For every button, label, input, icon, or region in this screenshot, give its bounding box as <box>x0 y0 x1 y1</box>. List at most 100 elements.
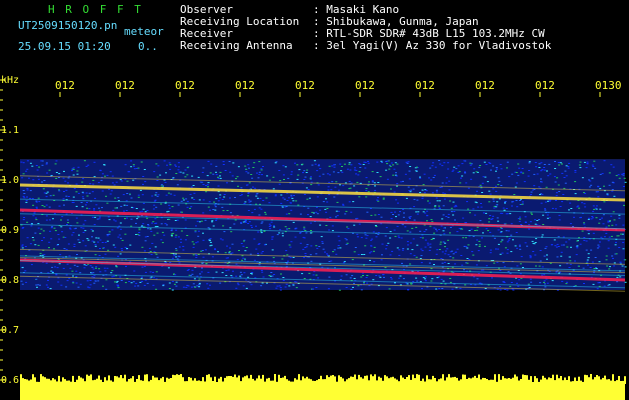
noise-speck <box>412 238 415 240</box>
noise-speck <box>557 246 560 247</box>
noise-speck <box>310 184 313 186</box>
noise-speck <box>363 161 366 163</box>
noise-speck <box>579 161 582 163</box>
noise-speck <box>339 184 341 186</box>
noise-speck <box>556 256 559 258</box>
noise-speck <box>171 206 174 208</box>
noise-speck <box>499 289 502 291</box>
noise-speck <box>197 176 200 178</box>
noise-speck <box>422 184 425 186</box>
noise-speck <box>21 247 24 249</box>
noise-speck <box>35 165 38 166</box>
amplitude-bar <box>468 377 470 384</box>
noise-speck <box>406 248 409 250</box>
noise-speck <box>529 255 532 257</box>
noise-speck <box>177 204 180 206</box>
noise-speck <box>176 219 179 221</box>
noise-speck <box>91 230 94 232</box>
amplitude-bar <box>120 375 122 384</box>
noise-speck <box>283 198 286 200</box>
noise-speck <box>209 241 212 243</box>
noise-speck <box>161 231 164 233</box>
noise-speck <box>396 225 399 227</box>
amplitude-bar <box>72 375 74 384</box>
noise-speck <box>247 172 250 174</box>
noise-speck <box>495 204 498 206</box>
noise-speck <box>434 205 437 207</box>
noise-speck <box>407 244 410 246</box>
noise-speck <box>435 288 438 290</box>
noise-speck <box>313 160 316 162</box>
noise-speck <box>119 237 122 239</box>
noise-speck <box>41 160 44 162</box>
noise-speck <box>459 182 462 184</box>
amplitude-bar <box>62 377 64 384</box>
amplitude-bar <box>302 376 304 384</box>
amplitude-bar <box>484 378 486 384</box>
noise-speck <box>209 172 212 174</box>
noise-speck <box>36 286 38 288</box>
amplitude-bar <box>88 375 90 384</box>
noise-speck <box>84 230 87 232</box>
noise-speck <box>488 218 491 220</box>
noise-speck <box>250 284 253 286</box>
noise-speck <box>563 187 566 189</box>
noise-speck <box>175 256 178 258</box>
noise-speck <box>622 186 625 187</box>
noise-speck <box>376 161 379 163</box>
amplitude-bar <box>452 377 454 384</box>
noise-speck <box>209 284 211 286</box>
noise-speck <box>592 210 595 212</box>
noise-speck <box>174 164 177 166</box>
noise-speck <box>558 219 561 221</box>
amplitude-bar <box>574 377 576 384</box>
noise-speck <box>447 162 450 164</box>
amplitude-bar <box>506 378 508 384</box>
noise-speck <box>299 232 302 234</box>
noise-speck <box>342 185 345 187</box>
noise-speck <box>226 245 228 247</box>
noise-speck <box>466 247 469 249</box>
noise-speck <box>35 278 38 280</box>
amplitude-bar <box>444 380 446 384</box>
noise-speck <box>606 265 609 267</box>
noise-speck <box>373 250 375 252</box>
noise-speck <box>387 242 390 244</box>
noise-speck <box>141 246 144 248</box>
noise-speck <box>233 223 236 225</box>
noise-speck <box>64 237 67 238</box>
noise-speck <box>91 216 94 218</box>
noise-speck <box>603 185 605 187</box>
noise-speck <box>34 244 37 246</box>
noise-speck <box>94 254 97 256</box>
noise-speck <box>24 246 27 247</box>
noise-speck <box>186 174 189 176</box>
noise-speck <box>550 244 553 246</box>
noise-speck <box>288 197 290 199</box>
noise-speck <box>84 204 87 206</box>
amplitude-bar <box>318 379 320 384</box>
noise-speck <box>105 195 107 197</box>
noise-speck <box>444 242 447 244</box>
noise-speck <box>87 263 90 265</box>
noise-speck <box>53 248 55 250</box>
noise-speck <box>320 236 323 238</box>
noise-speck <box>144 211 147 213</box>
noise-speck <box>102 285 104 287</box>
amplitude-strip <box>20 374 626 400</box>
noise-speck <box>335 253 338 255</box>
noise-speck <box>117 284 120 286</box>
amplitude-bar <box>612 374 614 384</box>
noise-speck <box>485 164 488 165</box>
noise-speck <box>482 232 484 234</box>
noise-speck <box>499 286 501 287</box>
noise-speck <box>399 211 401 213</box>
noise-speck <box>312 288 314 290</box>
noise-speck <box>365 196 368 198</box>
noise-speck <box>75 270 78 272</box>
noise-speck <box>155 271 158 273</box>
noise-speck <box>535 166 538 168</box>
noise-speck <box>37 223 40 224</box>
noise-speck <box>384 235 387 237</box>
noise-speck <box>492 215 495 217</box>
